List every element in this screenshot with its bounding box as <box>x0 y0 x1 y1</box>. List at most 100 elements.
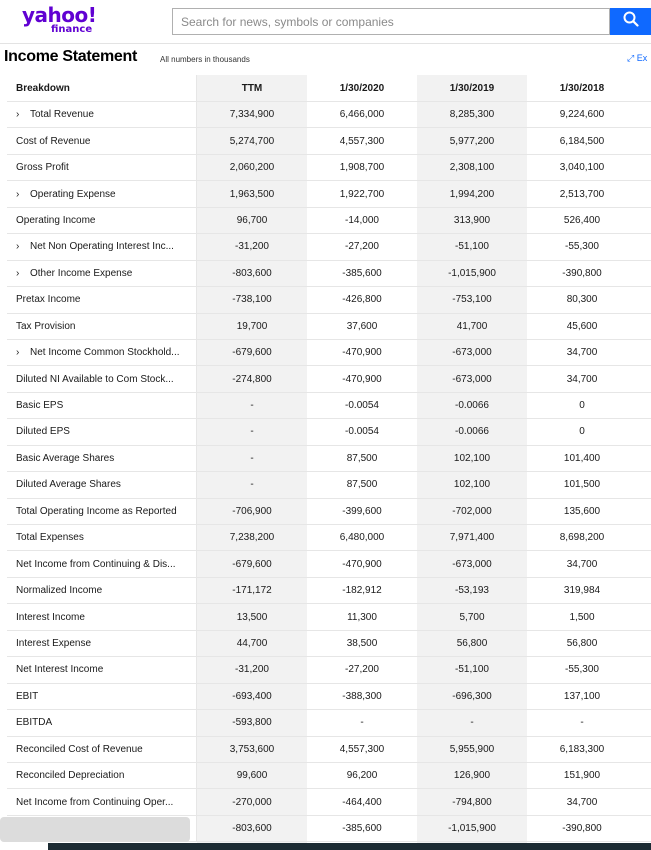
row-label: Gross Profit <box>7 154 197 181</box>
value-ttm: -679,600 <box>232 558 272 570</box>
table-row: EBITDA -593,800 - - - <box>7 710 651 737</box>
value-2020: 38,500 <box>346 637 378 649</box>
value-2019: -696,300 <box>452 690 492 702</box>
value-ttm: -693,400 <box>232 690 272 702</box>
value-2018: 34,700 <box>566 796 598 808</box>
expand-all-link[interactable]: ⤢ Ex <box>627 53 647 64</box>
value-2018: 151,900 <box>563 770 601 782</box>
value-2020: -385,600 <box>342 823 382 835</box>
row-label-text: Other Income Expense <box>30 267 133 279</box>
row-label-text: Net Non Operating Interest Inc... <box>30 241 174 253</box>
table-row: Reconciled Cost of Revenue 3,753,600 4,557… <box>7 736 651 763</box>
value-2020: -0.0054 <box>345 400 379 412</box>
table-row[interactable]: › Total Revenue 7,334,900 6,466,000 8,285,30… <box>7 102 651 129</box>
header-2019: 1/30/2019 <box>449 82 495 94</box>
row-label-text: Net Income from Continuing Oper... <box>16 796 174 808</box>
value-2020: -385,600 <box>342 267 382 279</box>
value-2018: 34,700 <box>566 558 598 570</box>
header-2020: 1/30/2020 <box>339 82 385 94</box>
value-2020: 11,300 <box>347 611 377 623</box>
value-ttm: -171,172 <box>232 585 272 597</box>
value-2018: 34,700 <box>566 373 598 385</box>
value-2018: 0 <box>579 426 585 438</box>
value-ttm: -706,900 <box>232 505 272 517</box>
value-2019: -673,000 <box>452 373 492 385</box>
value-2018: - <box>580 717 584 729</box>
value-2018: 34,700 <box>566 347 598 359</box>
bottom-taskbar <box>48 843 651 850</box>
chevron-right-icon[interactable]: › <box>16 347 30 358</box>
chevron-right-icon[interactable]: › <box>16 241 30 252</box>
row-label: Interest Expense <box>7 630 197 657</box>
value-2020: 4,557,300 <box>339 743 385 755</box>
table-row: Basic Average Shares - 87,500 102,100 101,40… <box>7 445 651 473</box>
value-ttm: -593,800 <box>232 717 272 729</box>
value-2019: -1,015,900 <box>448 267 496 279</box>
chevron-right-icon[interactable]: › <box>16 268 30 279</box>
row-label-text: Pretax Income <box>16 294 81 306</box>
table-row: Diluted NI Available to Com Stock... -274… <box>7 366 651 393</box>
row-label: Net Income from Continuing & Dis... <box>7 551 197 577</box>
search-button[interactable] <box>610 8 651 35</box>
value-ttm: - <box>250 426 254 438</box>
value-2020: 1,908,700 <box>339 162 385 174</box>
row-label[interactable]: › Net Income Common Stockhold... <box>7 339 197 366</box>
header-breakdown: Breakdown <box>7 75 197 101</box>
value-2018: 56,800 <box>566 637 598 649</box>
table-header-row: Breakdown TTM 1/30/2020 1/30/2019 1/30/2… <box>7 75 651 102</box>
row-label: Net Interest Income <box>7 657 197 683</box>
row-label: Operating Income <box>7 207 197 234</box>
value-2019: 102,100 <box>453 452 491 464</box>
table-row: Tax Provision 19,700 37,600 41,700 45,600 <box>7 313 651 340</box>
row-label[interactable]: › Net Non Operating Interest Inc... <box>7 234 197 260</box>
value-2020: -388,300 <box>342 690 382 702</box>
row-label: Tax Provision <box>7 313 197 339</box>
table-row: Basic EPS - -0.0054 -0.0066 0 <box>7 392 651 420</box>
expand-arrow-icon: ⤢ <box>627 53 635 63</box>
row-label-text: Interest Expense <box>16 637 92 649</box>
chevron-right-icon[interactable]: › <box>16 189 30 200</box>
value-2019: 313,900 <box>453 214 491 226</box>
value-ttm: 2,060,200 <box>229 162 275 174</box>
table-row[interactable]: › Net Income Common Stockhold... -679,600 -… <box>7 339 651 367</box>
row-label[interactable]: › Total Revenue <box>7 102 197 128</box>
value-2020: 87,500 <box>346 452 378 464</box>
value-2019: - <box>470 717 474 729</box>
row-label-text: Diluted Average Shares <box>16 479 121 491</box>
value-2018: 3,040,100 <box>559 162 605 174</box>
table-row: Normalized Income -171,172 -182,912 -53,193… <box>7 577 651 605</box>
value-2019: -51,100 <box>455 241 489 253</box>
row-label[interactable]: › Other Income Expense <box>7 260 197 287</box>
table-row: EBIT -693,400 -388,300 -696,300 137,100 <box>7 683 651 711</box>
top-header: yahoo! finance <box>0 0 651 44</box>
table-row[interactable]: › Other Income Expense -803,600 -385,600 -1,… <box>7 260 651 288</box>
horizontal-scrollbar[interactable] <box>0 817 190 842</box>
row-label: Diluted NI Available to Com Stock... <box>7 366 197 392</box>
value-2019: -0.0066 <box>455 426 489 438</box>
search-box <box>172 8 610 35</box>
logo-sub-text: finance <box>51 24 93 35</box>
table-row: Net Interest Income -31,200 -27,200 -51,100… <box>7 657 651 684</box>
value-2019: -0.0066 <box>455 400 489 412</box>
table-row[interactable]: › Net Non Operating Interest Inc... -31,20… <box>7 234 651 261</box>
row-label-text: EBITDA <box>16 717 53 729</box>
yahoo-finance-logo[interactable]: yahoo! finance <box>22 4 97 38</box>
table-row: Pretax Income -738,100 -426,800 -753,100 80,… <box>7 287 651 314</box>
row-label-text: Net Interest Income <box>16 664 104 676</box>
table-row[interactable]: › Operating Expense 1,963,500 1,922,700 1,99… <box>7 181 651 208</box>
value-2018: 8,698,200 <box>559 532 605 544</box>
expand-all-label: Ex <box>636 53 648 63</box>
logo-main-text: yahoo! <box>22 3 97 27</box>
row-label[interactable]: › Operating Expense <box>7 181 197 207</box>
search-input[interactable] <box>173 9 609 34</box>
table-row: Diluted Average Shares - 87,500 102,100 101,… <box>7 472 651 499</box>
value-ttm: -803,600 <box>232 267 272 279</box>
value-2020: -27,200 <box>345 664 379 676</box>
value-2018: -390,800 <box>562 267 602 279</box>
statement-title-bar: Income Statement All numbers in thousand… <box>0 44 651 74</box>
value-2020: 87,500 <box>346 479 378 491</box>
value-ttm: 44,700 <box>236 637 268 649</box>
chevron-right-icon[interactable]: › <box>16 109 30 120</box>
row-label-text: Diluted NI Available to Com Stock... <box>16 373 174 385</box>
value-ttm: -31,200 <box>235 664 269 676</box>
